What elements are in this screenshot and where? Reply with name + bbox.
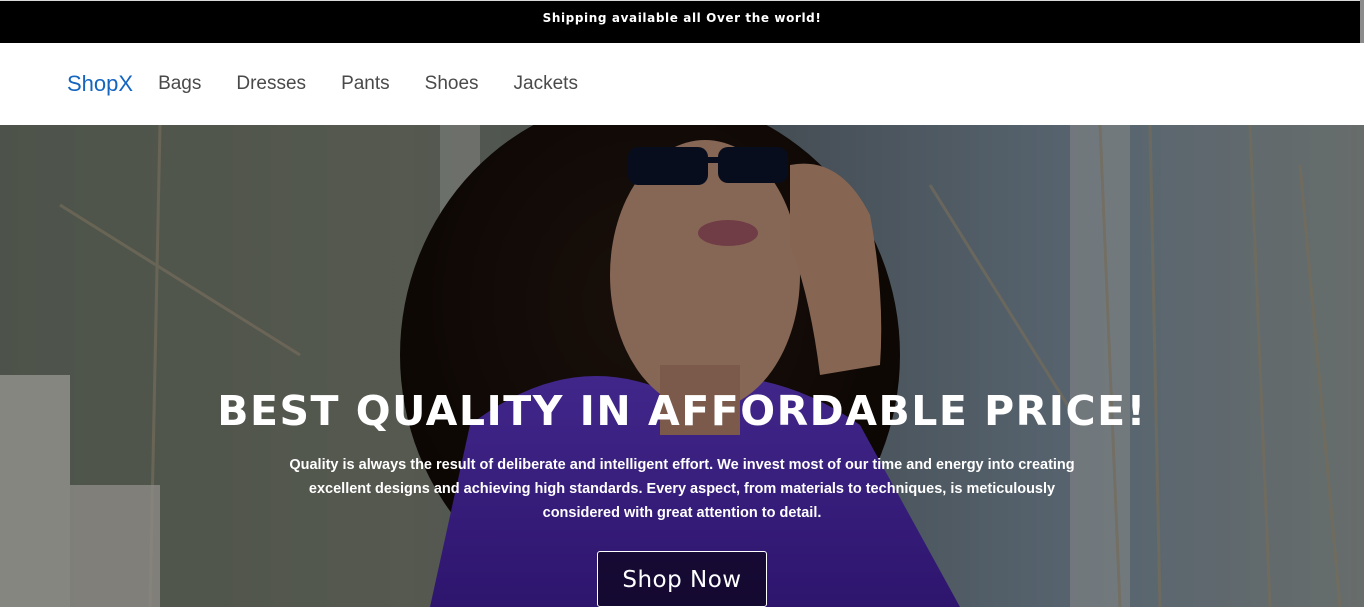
nav-link-shoes[interactable]: Shoes	[425, 73, 479, 95]
main-navbar: ShopX Bags Dresses Pants Shoes Jackets	[0, 43, 1364, 125]
hero-description: Quality is always the result of delibera…	[289, 457, 1075, 521]
hero-content: BEST QUALITY IN AFFORDABLE PRICE! Qualit…	[0, 383, 1364, 607]
announcement-bar: Shipping available all Over the world!	[0, 0, 1364, 43]
nav-link-dresses[interactable]: Dresses	[236, 73, 306, 95]
nav-links: Bags Dresses Pants Shoes Jackets	[158, 73, 613, 95]
shop-now-button[interactable]: Shop Now	[597, 551, 767, 607]
hero-banner: BEST QUALITY IN AFFORDABLE PRICE! Qualit…	[0, 125, 1364, 607]
brand-logo-link[interactable]: ShopX	[67, 71, 133, 97]
announcement-text: Shipping available all Over the world!	[542, 11, 822, 25]
nav-link-pants[interactable]: Pants	[341, 73, 390, 95]
nav-link-bags[interactable]: Bags	[158, 73, 201, 95]
hero-title: BEST QUALITY IN AFFORDABLE PRICE!	[217, 387, 1147, 435]
nav-link-jackets[interactable]: Jackets	[514, 73, 578, 95]
